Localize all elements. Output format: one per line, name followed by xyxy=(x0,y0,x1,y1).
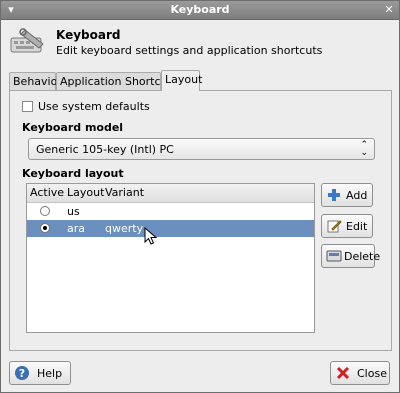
column-layout[interactable]: Layout xyxy=(67,186,104,199)
active-radio[interactable] xyxy=(40,206,50,216)
keyboard-model-value: Generic 105-key (Intl) PC xyxy=(36,143,174,156)
tab-behavior[interactable]: Behavior xyxy=(9,72,62,90)
table-row[interactable]: us xyxy=(27,203,314,220)
tab-behavior-label: Behavior xyxy=(13,75,62,88)
use-system-defaults-checkbox[interactable] xyxy=(22,101,33,112)
mouse-pointer-icon xyxy=(144,227,158,245)
keyboard-layout-list[interactable]: Active Layout Variant us ara qwerty xyxy=(26,183,315,333)
use-system-defaults-label[interactable]: Use system defaults xyxy=(38,100,150,113)
window-title: Keyboard xyxy=(170,3,230,16)
close-button-label: Close xyxy=(357,367,387,380)
delete-button-label: Delete xyxy=(344,250,381,263)
add-button-label: Add xyxy=(346,189,368,202)
keyboard-settings-icon xyxy=(10,28,44,53)
combo-arrows-icon: ⌃ ⌄ xyxy=(360,140,368,158)
layout-tab-panel: Use system defaults Keyboard model Gener… xyxy=(9,90,392,351)
keyboard-dialog: ▾ Keyboard ✕ Keyboard Edit keyboard sett… xyxy=(0,0,400,393)
row-variant: qwerty xyxy=(105,222,144,235)
list-header: Active Layout Variant xyxy=(27,184,314,203)
row-layout: ara xyxy=(67,222,86,235)
tab-application-shortcuts[interactable]: Application Shortcuts xyxy=(56,72,178,90)
tab-layout[interactable]: Layout xyxy=(161,70,203,91)
svg-text:?: ? xyxy=(19,367,25,380)
delete-button[interactable]: Delete xyxy=(321,244,380,268)
add-button[interactable]: Add xyxy=(321,183,373,207)
delete-icon xyxy=(326,250,342,262)
keyboard-layout-heading: Keyboard layout xyxy=(22,167,124,180)
help-button[interactable]: ? Help xyxy=(9,361,71,385)
dialog-header: Keyboard Edit keyboard settings and appl… xyxy=(1,20,399,66)
close-button[interactable]: Close xyxy=(330,361,390,385)
keyboard-model-heading: Keyboard model xyxy=(22,121,124,134)
header-title: Keyboard xyxy=(56,28,121,42)
column-variant[interactable]: Variant xyxy=(105,186,144,199)
row-layout: us xyxy=(67,205,80,218)
window-close-icon[interactable]: ✕ xyxy=(383,4,395,16)
add-icon xyxy=(328,189,340,201)
tab-application-shortcuts-label: Application Shortcuts xyxy=(60,75,178,88)
close-icon xyxy=(336,366,350,380)
edit-button-label: Edit xyxy=(346,220,368,233)
active-radio[interactable] xyxy=(40,223,50,233)
column-active[interactable]: Active xyxy=(30,186,64,199)
keyboard-model-select[interactable]: Generic 105-key (Intl) PC ⌃ ⌄ xyxy=(28,138,375,160)
edit-icon xyxy=(327,220,342,233)
title-bar[interactable]: ▾ Keyboard ✕ xyxy=(1,1,399,20)
header-subtitle: Edit keyboard settings and application s… xyxy=(56,44,323,57)
tab-layout-label: Layout xyxy=(165,73,203,86)
help-icon: ? xyxy=(15,366,29,380)
edit-button[interactable]: Edit xyxy=(321,214,373,238)
table-row[interactable]: ara qwerty xyxy=(27,220,314,237)
help-button-label: Help xyxy=(37,367,63,380)
